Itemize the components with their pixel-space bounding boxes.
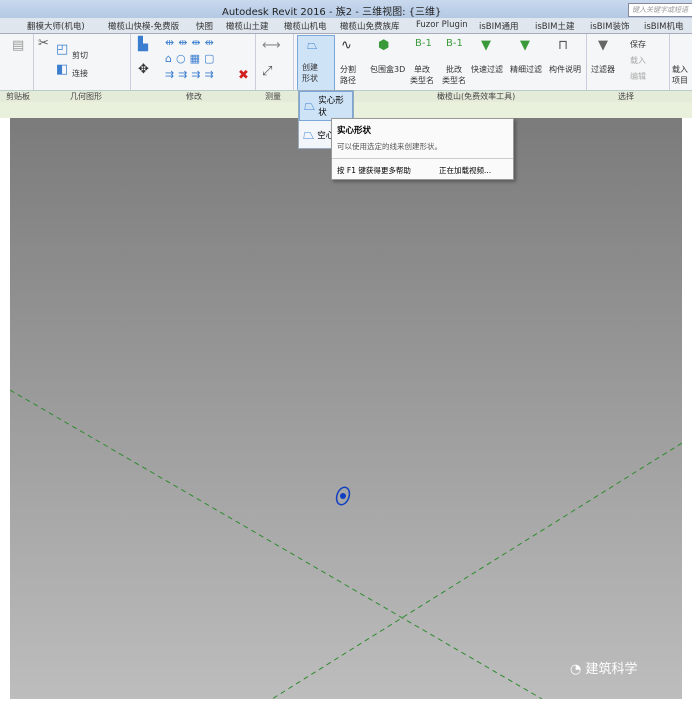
detail-filter-icon: ▼ — [520, 38, 530, 53]
panel-label: 选择 — [618, 92, 634, 101]
panel-label: 橄榄山(免费效率工具) — [437, 92, 516, 101]
join-button[interactable]: 连接 — [72, 68, 88, 79]
tab[interactable]: isBIM土建 — [535, 20, 574, 32]
tooltip-description: 可以使用选定的线来创建形状。 — [337, 142, 442, 151]
panel-label: 几何图形 — [70, 92, 102, 101]
rename-single-button[interactable]: 单改 类型名 — [410, 64, 434, 86]
save-selection-button[interactable]: 保存 — [630, 39, 646, 50]
tab[interactable]: Fuzor Plugin — [416, 20, 468, 30]
cut-button[interactable]: 剪切 — [72, 50, 88, 61]
tooltip-video: 正在加载视频... — [439, 166, 492, 175]
solid-form-icon: ⏢ — [304, 98, 316, 114]
create-form-button[interactable]: ⏢ 创建 形状 — [297, 35, 335, 91]
modify-tools-icon[interactable]: ⇹⇹⇹⇹ — [165, 36, 218, 49]
origin-point-dot — [340, 493, 346, 499]
tab[interactable]: isBIM通用 — [479, 20, 518, 32]
panel-label: 修改 — [186, 92, 202, 101]
tab[interactable]: 橄榄山免费族库 — [340, 20, 400, 32]
paste-icon[interactable]: ▤ — [12, 38, 24, 53]
bbox3d-button[interactable]: 包围盒3D — [370, 64, 405, 75]
filter-icon: ▼ — [598, 38, 608, 53]
join-geometry-icon: ◧ — [56, 62, 69, 77]
tab[interactable]: isBIM装饰 — [590, 20, 629, 32]
tab[interactable]: isBIM机电 — [644, 20, 683, 32]
tooltip-title: 实心形状 — [337, 126, 372, 136]
load-into-project-button[interactable]: 载入 项目 — [672, 64, 688, 86]
tab[interactable]: 橄榄山土建 — [226, 20, 269, 32]
quick-filter-button[interactable]: 快速过滤 — [471, 64, 503, 75]
scissors-icon[interactable]: ✂ — [38, 36, 49, 51]
bbox3d-icon: ⬢ — [378, 38, 390, 53]
cut-geometry-icon: ◰ — [56, 42, 69, 57]
form-icon: ⏢ — [307, 38, 318, 53]
panel-label: 剪贴板 — [6, 92, 30, 101]
rotate-icon[interactable]: ⌂○▦▢ — [165, 52, 218, 65]
ribbon-tabs: 翻模大师(机电) 橄榄山快模-免费版 快图 橄榄山土建 橄榄山机电 橄榄山免费族… — [0, 18, 692, 34]
solid-form-item[interactable]: ⏢ 实心形状 — [299, 91, 353, 121]
delete-icon[interactable]: ✖ — [238, 68, 249, 83]
load-selection-button[interactable]: 载入 — [630, 55, 646, 66]
rename-batch-icon: B-1 — [446, 38, 463, 49]
measure-icon[interactable]: ⟷ — [262, 38, 281, 53]
split-path-icon: ∿ — [341, 38, 352, 53]
3d-view-canvas[interactable] — [9, 118, 683, 700]
filter-button[interactable]: 过滤器 — [591, 64, 615, 75]
array-icon[interactable]: ⇉⇉⇉⇉ — [165, 68, 218, 81]
void-form-icon: ⏢ — [303, 127, 315, 143]
detail-filter-button[interactable]: 精细过滤 — [510, 64, 542, 75]
ribbon: ▤ ✂ ◰ 剪切 ◧ 连接 ▙ ✥ ⇹⇹⇹⇹ ⌂○▦▢ ⇉⇉⇉⇉ ✖ ⟷ ⤢ ⏢… — [0, 34, 692, 91]
component-note-icon: ⊓ — [558, 38, 569, 53]
edit-selection-button[interactable]: 编辑 — [630, 71, 646, 82]
tooltip: 实心形状 可以使用选定的线来创建形状。 按 F1 键获得更多帮助 正在加载视频.… — [331, 118, 514, 180]
split-path-button[interactable]: 分割 路径 — [340, 64, 356, 86]
tab[interactable]: 橄榄山机电 — [284, 20, 327, 32]
tooltip-help: 按 F1 键获得更多帮助 — [337, 166, 411, 175]
tab[interactable]: 橄榄山快模-免费版 — [108, 20, 179, 32]
rename-batch-button[interactable]: 批改 类型名 — [442, 64, 466, 86]
title-bar: Autodesk Revit 2016 - 族2 - 三维视图: {三维} 键入… — [0, 0, 692, 18]
dimension-icon[interactable]: ⤢ — [262, 64, 272, 79]
move-icon[interactable]: ✥ — [138, 62, 149, 77]
component-note-button[interactable]: 构件说明 — [549, 64, 581, 75]
rename-single-icon: B-1 — [415, 38, 432, 49]
divider — [332, 158, 513, 159]
align-icon[interactable]: ▙ — [138, 37, 148, 52]
tab[interactable]: 快图 — [196, 20, 213, 32]
tab[interactable]: 翻模大师(机电) — [27, 20, 85, 32]
panel-label: 测量 — [265, 92, 281, 101]
quick-filter-icon: ▼ — [481, 38, 491, 53]
reference-lines — [9, 389, 683, 700]
watermark: ◔ 建筑科学 — [570, 662, 638, 677]
window-title: Autodesk Revit 2016 - 族2 - 三维视图: {三维} — [222, 7, 442, 18]
reference-line — [9, 389, 543, 700]
search-input[interactable]: 键入关键字或短语 — [628, 3, 692, 17]
